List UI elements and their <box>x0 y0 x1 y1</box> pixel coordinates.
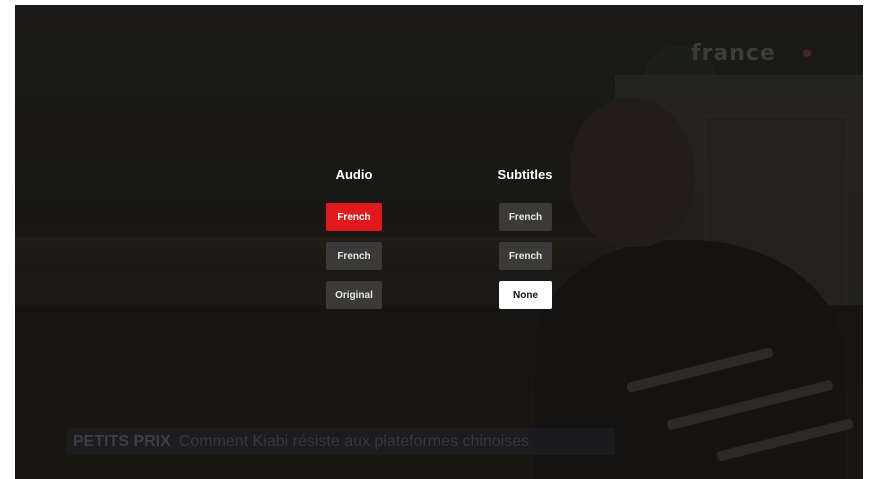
subtitle-option-french-2[interactable]: French <box>499 242 552 270</box>
lower-third-tag: PETITS PRIX <box>73 432 171 450</box>
audio-option-french-1[interactable]: French <box>326 203 382 231</box>
dim-overlay <box>15 5 863 479</box>
audio-option-original[interactable]: Original <box>326 281 382 309</box>
news-lower-third: PETITS PRIX Comment Kiabi résiste aux pl… <box>67 428 615 455</box>
subtitle-option-none[interactable]: None <box>499 281 552 309</box>
subtitles-column-title: Subtitles <box>497 167 553 182</box>
audio-option-french-2[interactable]: French <box>326 242 382 270</box>
audio-column-title: Audio <box>335 167 373 182</box>
video-player: france PETITS PRIX Comment Kiabi résiste… <box>15 5 863 479</box>
channel-logo: france <box>691 41 776 66</box>
lower-third-headline: Comment Kiabi résiste aux plateformes ch… <box>178 432 530 450</box>
channel-logo-dot <box>803 49 811 57</box>
subtitle-option-french-1[interactable]: French <box>499 203 552 231</box>
